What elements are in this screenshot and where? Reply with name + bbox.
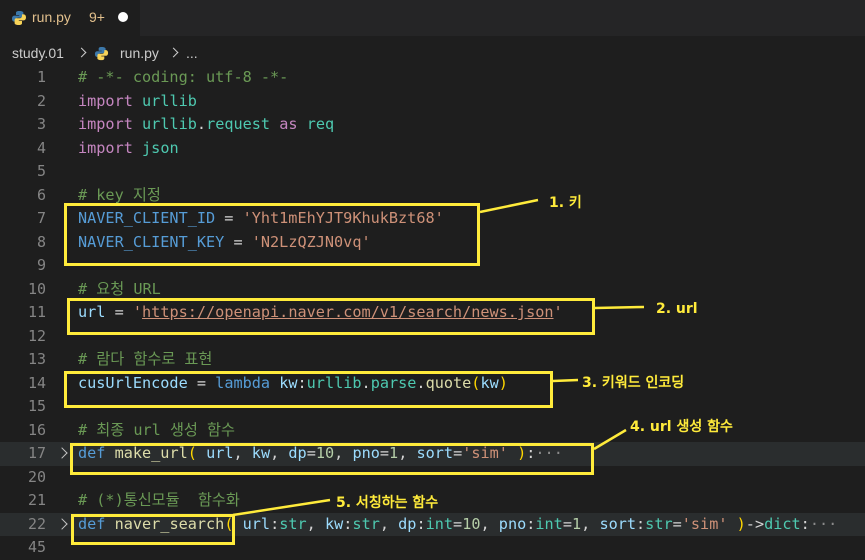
annotation-search-label: 5. 서칭하는 함수	[336, 495, 439, 511]
annotation-key-label: 1. 키	[549, 195, 582, 211]
arrow-line-encode	[552, 378, 579, 383]
arrow-line-key	[479, 198, 539, 214]
arrow-line-url	[594, 305, 645, 310]
annotation-url-label: 2. url	[656, 301, 698, 317]
annotation-make-url-label: 4. url 생성 함수	[630, 419, 733, 435]
annotation-arrows	[232, 198, 645, 517]
annotation-encode-label: 3. 키워드 인코딩	[582, 375, 685, 391]
arrow-line-make-url	[593, 428, 627, 451]
arrow-line-search	[232, 498, 331, 517]
